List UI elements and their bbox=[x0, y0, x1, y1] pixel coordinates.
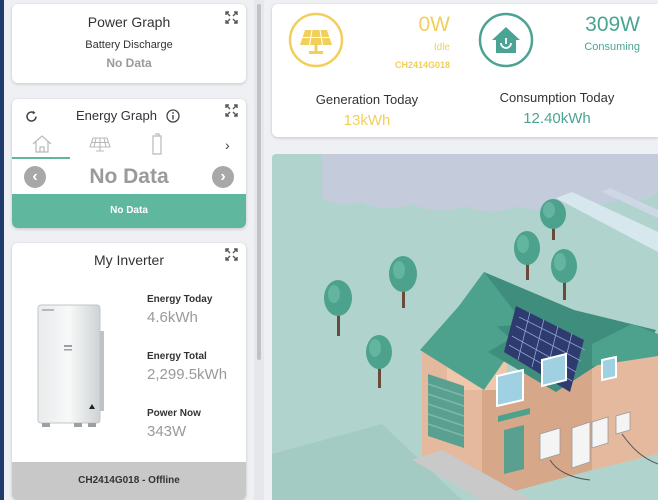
inverter-device-image bbox=[37, 304, 104, 427]
tab-battery[interactable] bbox=[128, 133, 186, 159]
generation-device-id: CH2414G018 bbox=[394, 60, 450, 70]
energy-graph-title: Energy Graph bbox=[76, 108, 157, 123]
power-graph-status: No Data bbox=[106, 56, 152, 70]
house-icon bbox=[32, 135, 52, 153]
inverter-card: My Inverter Energy Today 4.6kWh Energy T… bbox=[12, 243, 246, 500]
expand-icon[interactable] bbox=[225, 248, 238, 261]
consumption-power: 309W bbox=[585, 13, 640, 36]
home-consumption-icon bbox=[478, 12, 534, 68]
energy-graph-card: Energy Graph › ‹ No Data › No Data bbox=[12, 99, 246, 228]
refresh-icon[interactable] bbox=[25, 110, 38, 123]
energy-graph-status: No Data bbox=[89, 165, 169, 188]
inverter-status-footer: CH2414G018 - Offline bbox=[12, 462, 246, 500]
power-now-value: 343W bbox=[147, 423, 187, 440]
expand-icon[interactable] bbox=[225, 104, 238, 117]
tab-next-icon[interactable]: › bbox=[225, 137, 230, 153]
generation-state: Idle bbox=[433, 42, 450, 53]
inverter-title: My Inverter bbox=[93, 252, 164, 268]
power-graph-title: Power Graph bbox=[87, 14, 171, 30]
energy-today-label: Energy Today bbox=[147, 294, 213, 305]
tab-home[interactable] bbox=[12, 133, 70, 159]
window-edge bbox=[0, 0, 4, 500]
battery-icon bbox=[152, 133, 162, 155]
house-energy-illustration bbox=[272, 154, 658, 500]
solar-panel-icon bbox=[288, 12, 344, 68]
energy-total-label: Energy Total bbox=[147, 351, 207, 362]
consumption-today-value: 12.40kWh bbox=[523, 110, 591, 127]
consumption-state: Consuming bbox=[584, 41, 640, 53]
energy-today-value: 4.6kWh bbox=[147, 309, 198, 326]
graph-next-button[interactable]: › bbox=[212, 166, 234, 188]
power-graph-card: Power Graph Battery Discharge No Data bbox=[12, 4, 246, 83]
solar-panel-icon bbox=[89, 137, 111, 152]
generation-today-value: 13kWh bbox=[343, 112, 391, 129]
energy-stats-card: 0W Idle CH2414G018 Generation Today 13kW… bbox=[272, 4, 658, 137]
consumption-today-label: Consumption Today bbox=[499, 90, 615, 105]
energy-total-value: 2,299.5kWh bbox=[147, 366, 228, 383]
power-now-label: Power Now bbox=[147, 408, 201, 419]
power-graph-subtitle: Battery Discharge bbox=[85, 39, 173, 51]
generation-power: 0W bbox=[418, 13, 451, 36]
info-icon[interactable] bbox=[166, 109, 180, 123]
energy-graph-footer: No Data bbox=[12, 194, 246, 228]
scrollbar-thumb[interactable] bbox=[257, 4, 261, 360]
dashboard-page: Power Graph Battery Discharge No Data En… bbox=[0, 0, 658, 500]
expand-icon[interactable] bbox=[225, 11, 238, 24]
tab-solar[interactable] bbox=[70, 133, 128, 159]
generation-today-label: Generation Today bbox=[315, 92, 419, 107]
